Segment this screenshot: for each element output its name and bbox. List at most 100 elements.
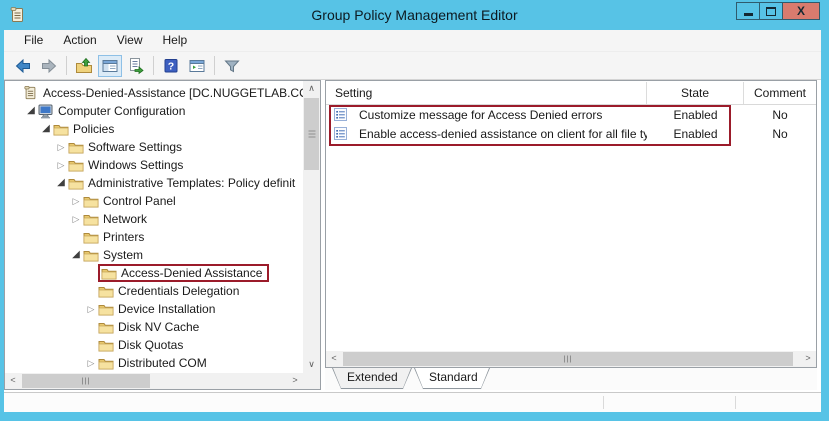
expander-expanded-icon[interactable]: ◢ xyxy=(54,174,68,192)
tree-item[interactable]: ◢Computer Configuration xyxy=(5,102,303,120)
filter-icon xyxy=(223,57,241,75)
setting-row[interactable]: Customize message for Access Denied erro… xyxy=(326,105,816,124)
settings-horizontal-scrollbar[interactable]: < > xyxy=(326,351,816,367)
tree-item-label: Access-Denied Assistance xyxy=(118,266,262,280)
maximize-button[interactable] xyxy=(759,2,783,20)
tree-item[interactable]: Credentials Delegation xyxy=(5,282,303,300)
forward-icon xyxy=(40,57,58,75)
comment-value: No xyxy=(744,108,816,122)
tab-standard[interactable]: Standard xyxy=(414,368,490,389)
folder-icon xyxy=(68,158,85,172)
scroll-right-icon[interactable]: > xyxy=(800,351,816,367)
tree-item[interactable]: ▷ Control Panel xyxy=(5,192,303,210)
tree-item-label: System xyxy=(100,248,143,262)
minimize-icon xyxy=(744,13,753,16)
expander-expanded-icon[interactable]: ◢ xyxy=(39,120,53,138)
scrollbar-thumb[interactable] xyxy=(22,374,150,388)
help-button[interactable]: ? xyxy=(159,55,183,77)
show-console-tree-button[interactable] xyxy=(98,55,122,77)
tree-item[interactable]: ▷Software Settings xyxy=(5,138,303,156)
tree-item-label: Printers xyxy=(100,230,144,244)
folder-icon xyxy=(98,356,115,370)
column-header-setting[interactable]: Setting xyxy=(326,82,647,104)
expander-collapsed-icon[interactable]: ▷ xyxy=(54,156,68,174)
tree-item[interactable]: ◢Policies xyxy=(5,120,303,138)
setting-row[interactable]: Enable access-denied assistance on clien… xyxy=(326,124,816,143)
folder-icon xyxy=(68,140,85,154)
tree-item[interactable]: ◢ System xyxy=(5,246,303,264)
scroll-left-icon[interactable]: < xyxy=(326,351,342,367)
show-action-pane-button[interactable] xyxy=(185,55,209,77)
menu-item-view[interactable]: View xyxy=(107,30,153,51)
toolbar-separator xyxy=(214,56,215,75)
scroll-up-icon[interactable]: ∧ xyxy=(303,81,320,97)
close-button[interactable]: X xyxy=(782,2,820,20)
tree-item[interactable]: ◢Administrative Templates: Policy defini… xyxy=(5,174,303,192)
window-title: Group Policy Management Editor xyxy=(0,0,829,30)
view-tabbar: Extended Standard xyxy=(325,368,817,390)
maximize-icon xyxy=(766,7,776,16)
gpme-window: Group Policy Management Editor X FileAct… xyxy=(0,0,829,421)
expander-collapsed-icon[interactable]: ▷ xyxy=(54,138,68,156)
expander-collapsed-icon[interactable]: ▷ xyxy=(84,300,98,318)
svg-text:?: ? xyxy=(168,60,174,72)
toolbar-separator xyxy=(153,56,154,75)
folder-icon xyxy=(98,320,115,334)
folder-icon xyxy=(98,338,115,352)
folder-icon xyxy=(98,284,115,298)
filter-button[interactable] xyxy=(220,55,244,77)
tree-item-label: Distributed COM xyxy=(115,356,207,370)
menubar: FileActionViewHelp xyxy=(4,30,821,52)
scroll-down-icon[interactable]: ∨ xyxy=(303,357,320,373)
menu-item-file[interactable]: File xyxy=(14,30,53,51)
window-controls: X xyxy=(737,2,820,20)
minimize-button[interactable] xyxy=(736,2,760,20)
scrollbar-thumb[interactable] xyxy=(343,352,793,366)
expander-collapsed-icon[interactable]: ▷ xyxy=(69,210,83,228)
tree-item[interactable]: Access-Denied-Assistance [DC.NUGGETLAB.C… xyxy=(5,84,303,102)
toolbar: ? xyxy=(4,52,821,80)
tab-extended[interactable]: Extended xyxy=(332,368,412,389)
tree-item[interactable]: ▷ Network xyxy=(5,210,303,228)
folder-icon xyxy=(83,212,100,226)
export-list-button[interactable] xyxy=(124,55,148,77)
tree-item[interactable]: Printers xyxy=(5,228,303,246)
tree-item[interactable]: Disk Quotas xyxy=(5,336,303,354)
expander-collapsed-icon[interactable]: ▷ xyxy=(69,192,83,210)
scroll-left-icon[interactable]: < xyxy=(5,373,21,389)
tree-horizontal-scrollbar[interactable]: < > xyxy=(5,373,303,389)
column-header-comment[interactable]: Comment xyxy=(744,82,816,104)
up-one-level-icon xyxy=(75,57,93,75)
policy-icon xyxy=(334,108,353,121)
window-content: FileActionViewHelp xyxy=(4,30,821,412)
statusbar-separator xyxy=(735,396,736,409)
folder-icon xyxy=(83,230,100,244)
tree-item[interactable]: Access-Denied Assistance xyxy=(5,264,303,282)
scrollbar-grip xyxy=(82,378,90,385)
tree-item[interactable]: ▷Device Installation xyxy=(5,300,303,318)
tree-item-label: Control Panel xyxy=(100,194,176,208)
tree-item-label: Network xyxy=(100,212,147,226)
state-value: Enabled xyxy=(647,108,744,122)
scrollbar-thumb[interactable] xyxy=(304,98,319,170)
expander-collapsed-icon[interactable]: ▷ xyxy=(84,354,98,372)
expander-expanded-icon[interactable]: ◢ xyxy=(24,102,38,120)
folder-icon xyxy=(101,266,118,280)
tree-item[interactable]: Disk NV Cache xyxy=(5,318,303,336)
up-one-level-button[interactable] xyxy=(72,55,96,77)
tree-item-label: Windows Settings xyxy=(85,158,183,172)
expander-expanded-icon[interactable]: ◢ xyxy=(69,246,83,264)
export-list-icon xyxy=(127,57,145,75)
tree-item[interactable]: ▷ Windows Settings xyxy=(5,156,303,174)
tree-vertical-scrollbar[interactable]: ∧ ∨ xyxy=(303,81,320,373)
scroll-right-icon[interactable]: > xyxy=(287,373,303,389)
menu-item-action[interactable]: Action xyxy=(53,30,106,51)
forward-button[interactable] xyxy=(37,55,61,77)
tree-item[interactable]: ▷ Distributed COM xyxy=(5,354,303,372)
folder-icon xyxy=(53,122,70,136)
back-button[interactable] xyxy=(11,55,35,77)
setting-name: Customize message for Access Denied erro… xyxy=(359,108,602,122)
menu-item-help[interactable]: Help xyxy=(153,30,198,51)
column-header-state[interactable]: State xyxy=(647,82,744,104)
help-icon: ? xyxy=(162,57,180,75)
